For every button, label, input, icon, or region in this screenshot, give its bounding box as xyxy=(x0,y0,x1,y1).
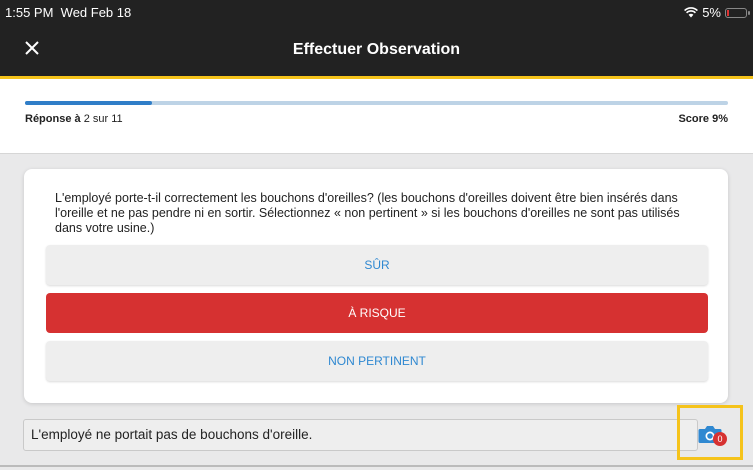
option-safe-button[interactable]: SÛR xyxy=(46,245,708,285)
camera-button[interactable]: 0 xyxy=(698,424,727,446)
camera-highlight: 0 xyxy=(677,405,743,460)
header-bar: 1:55 PM Wed Feb 18 5% Effectuer Observat… xyxy=(0,0,753,76)
option-not-applicable-button[interactable]: NON PERTINENT xyxy=(46,341,708,381)
battery-icon xyxy=(725,7,750,18)
comment-field[interactable]: L'employé ne portait pas de bouchons d'o… xyxy=(23,419,698,451)
battery-percent: 5% xyxy=(702,5,721,20)
wifi-icon xyxy=(684,7,699,18)
status-date: Wed Feb 18 xyxy=(60,5,132,20)
status-bar: 1:55 PM Wed Feb 18 5% xyxy=(0,0,753,24)
photo-count-badge: 0 xyxy=(713,432,727,446)
progress-bar xyxy=(25,101,728,105)
progress-label: Réponse à 2 sur 11 xyxy=(25,113,123,125)
score-label: Score 9% xyxy=(678,113,728,125)
question-text: L'employé porte-t-il correctement les bo… xyxy=(55,191,680,235)
option-at-risk-button[interactable]: À RISQUE xyxy=(46,293,708,333)
progress-section: Réponse à 2 sur 11 Score 9% xyxy=(0,79,753,154)
progress-bar-fill xyxy=(25,101,152,105)
question-card: L'employé porte-t-il correctement les bo… xyxy=(24,169,728,403)
page-title: Effectuer Observation xyxy=(292,41,461,58)
bottom-divider xyxy=(0,465,753,467)
status-time: 1:55 PM xyxy=(5,5,54,20)
